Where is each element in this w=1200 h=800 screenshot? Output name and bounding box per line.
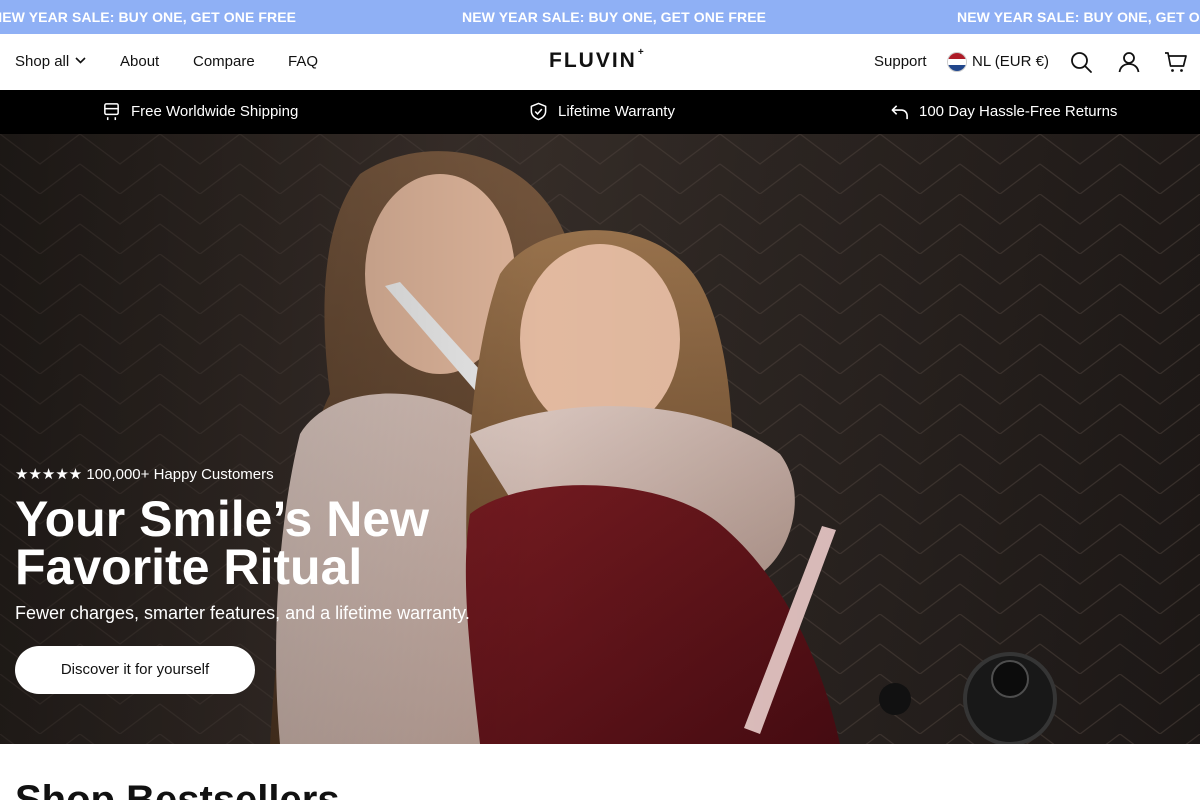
shipping-icon xyxy=(104,103,119,121)
announcement-text: NEW YEAR SALE: BUY ONE, GET ONE FREE xyxy=(957,9,1200,25)
nav-shop-all[interactable]: Shop all xyxy=(15,53,86,70)
locale-selector[interactable]: NL (EUR €) xyxy=(972,53,1049,70)
cart-icon[interactable] xyxy=(1164,50,1188,74)
shield-check-icon xyxy=(530,102,547,121)
brand-logo[interactable]: FLUVIN+ xyxy=(549,47,644,73)
hero-title: Your Smile’s New Favorite Ritual xyxy=(15,491,430,595)
usp-returns: 100 Day Hassle-Free Returns xyxy=(919,103,1118,120)
return-arrow-icon xyxy=(891,105,908,120)
hero-banner: ★★★★★ 100,000+ Happy Customers Your Smil… xyxy=(0,134,1200,744)
section-title-bestsellers: Shop Bestsellers xyxy=(15,778,340,800)
usp-bar: Free Worldwide Shipping Lifetime Warrant… xyxy=(0,90,1200,134)
nav-compare[interactable]: Compare xyxy=(193,53,255,70)
usp-warranty: Lifetime Warranty xyxy=(558,103,675,120)
usp-shipping: Free Worldwide Shipping xyxy=(131,103,299,120)
chevron-down-icon xyxy=(75,57,86,64)
support-link[interactable]: Support xyxy=(874,53,927,70)
account-icon[interactable] xyxy=(1117,50,1141,74)
discover-button[interactable]: Discover it for yourself xyxy=(15,646,255,694)
announcement-text: NEW YEAR SALE: BUY ONE, GET ONE FREE xyxy=(462,9,767,25)
netherlands-flag-icon xyxy=(947,52,967,72)
nav-shop-all-label: Shop all xyxy=(15,53,70,70)
site-header: Shop all About Compare FAQ FLUVIN+ Suppo… xyxy=(0,34,1200,90)
rating-text: 100,000+ Happy Customers xyxy=(86,466,274,483)
hero-rating: ★★★★★ 100,000+ Happy Customers xyxy=(15,465,274,483)
hero-subtitle: Fewer charges, smarter features, and a l… xyxy=(15,603,470,623)
logo-mark: + xyxy=(637,47,644,58)
rating-stars: ★★★★★ xyxy=(15,466,83,483)
nav-about[interactable]: About xyxy=(120,53,159,70)
announcement-bar: NEW YEAR SALE: BUY ONE, GET ONE FREE NEW… xyxy=(0,0,1200,34)
nav-faq[interactable]: FAQ xyxy=(288,53,318,70)
search-icon[interactable] xyxy=(1069,50,1093,74)
announcement-text: NEW YEAR SALE: BUY ONE, GET ONE FREE xyxy=(0,9,297,25)
logo-text: FLUVIN xyxy=(549,49,637,72)
